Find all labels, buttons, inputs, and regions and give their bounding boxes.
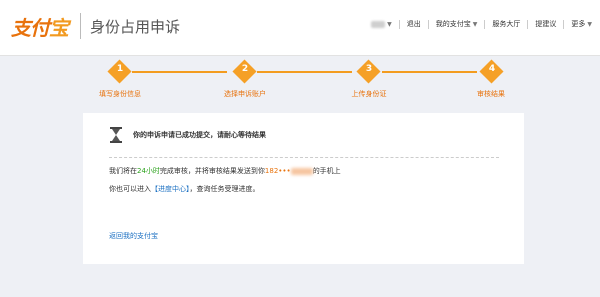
logo-divider: [80, 13, 81, 39]
phone-blurred: [290, 167, 313, 175]
nav-divider: [427, 19, 429, 29]
hourglass-icon: [110, 127, 122, 143]
step-3-label: 上传身份证: [351, 90, 387, 98]
step-1-label: 填写身份信息: [99, 90, 141, 98]
user-account-menu[interactable]: ▼: [371, 20, 392, 28]
result-message: 我们将在24小时完成审核，并将审核结果发送到你182••• 的手机上: [109, 167, 341, 175]
step-connector: [257, 71, 352, 73]
more-menu[interactable]: 更多 ▼: [571, 19, 592, 29]
chevron-down-icon: ▼: [472, 21, 478, 28]
step-4-label: 审核结果: [477, 90, 505, 98]
step-number: 1: [116, 64, 124, 74]
step-number: 3: [365, 64, 373, 74]
progress-center-message: 你也可以进入【进度中心】，查询任务受理进度。: [109, 185, 260, 193]
chevron-down-icon: ▼: [387, 21, 392, 28]
step-3: 3: [356, 59, 381, 84]
nav-divider: [527, 19, 529, 29]
nav-divider: [484, 19, 486, 29]
suggest-link[interactable]: 提建议: [535, 19, 556, 29]
username-blurred: [371, 20, 386, 28]
status-title: 你的申诉申请已成功提交，请耐心等待结果: [133, 131, 266, 139]
back-to-alipay-link[interactable]: 返回我的支付宝: [109, 231, 158, 241]
nav-divider: [563, 19, 565, 29]
step-connector: [132, 71, 227, 73]
step-4: 4: [479, 59, 504, 84]
top-nav: ▼ 退出 我的支付宝 ▼ 服务大厅 提建议 更多 ▼: [371, 19, 592, 29]
logo-text: 支付宝: [11, 15, 69, 40]
review-hours: 24小时: [137, 167, 160, 175]
result-card: 你的申诉申请已成功提交，请耐心等待结果 我们将在24小时完成审核，并将审核结果发…: [83, 113, 524, 264]
service-hall-link[interactable]: 服务大厅: [492, 19, 520, 29]
step-connector: [382, 71, 477, 73]
step-2-label: 选择申诉账户: [224, 90, 266, 98]
alipay-logo[interactable]: 支付宝: [11, 12, 69, 40]
phone-number: 182•••: [265, 167, 313, 175]
step-2: 2: [232, 59, 257, 84]
logout-link[interactable]: 退出: [407, 19, 421, 29]
nav-divider: [398, 19, 400, 29]
chevron-down-icon: ▼: [587, 21, 592, 28]
step-1: 1: [107, 59, 132, 84]
progress-center-link[interactable]: 【进度中心】: [151, 185, 190, 193]
step-number: 4: [488, 64, 496, 74]
step-number: 2: [241, 64, 249, 74]
dashed-divider: [109, 157, 499, 158]
my-alipay-menu[interactable]: 我的支付宝 ▼: [436, 19, 478, 29]
header: 支付宝 身份占用申诉 ▼ 退出 我的支付宝 ▼ 服务大厅 提建议 更多 ▼: [0, 0, 600, 56]
progress-steps: 1 填写身份信息 2 选择申诉账户 3 上传身份证 4 审核结果: [0, 56, 600, 104]
page-title: 身份占用申诉: [90, 18, 181, 36]
